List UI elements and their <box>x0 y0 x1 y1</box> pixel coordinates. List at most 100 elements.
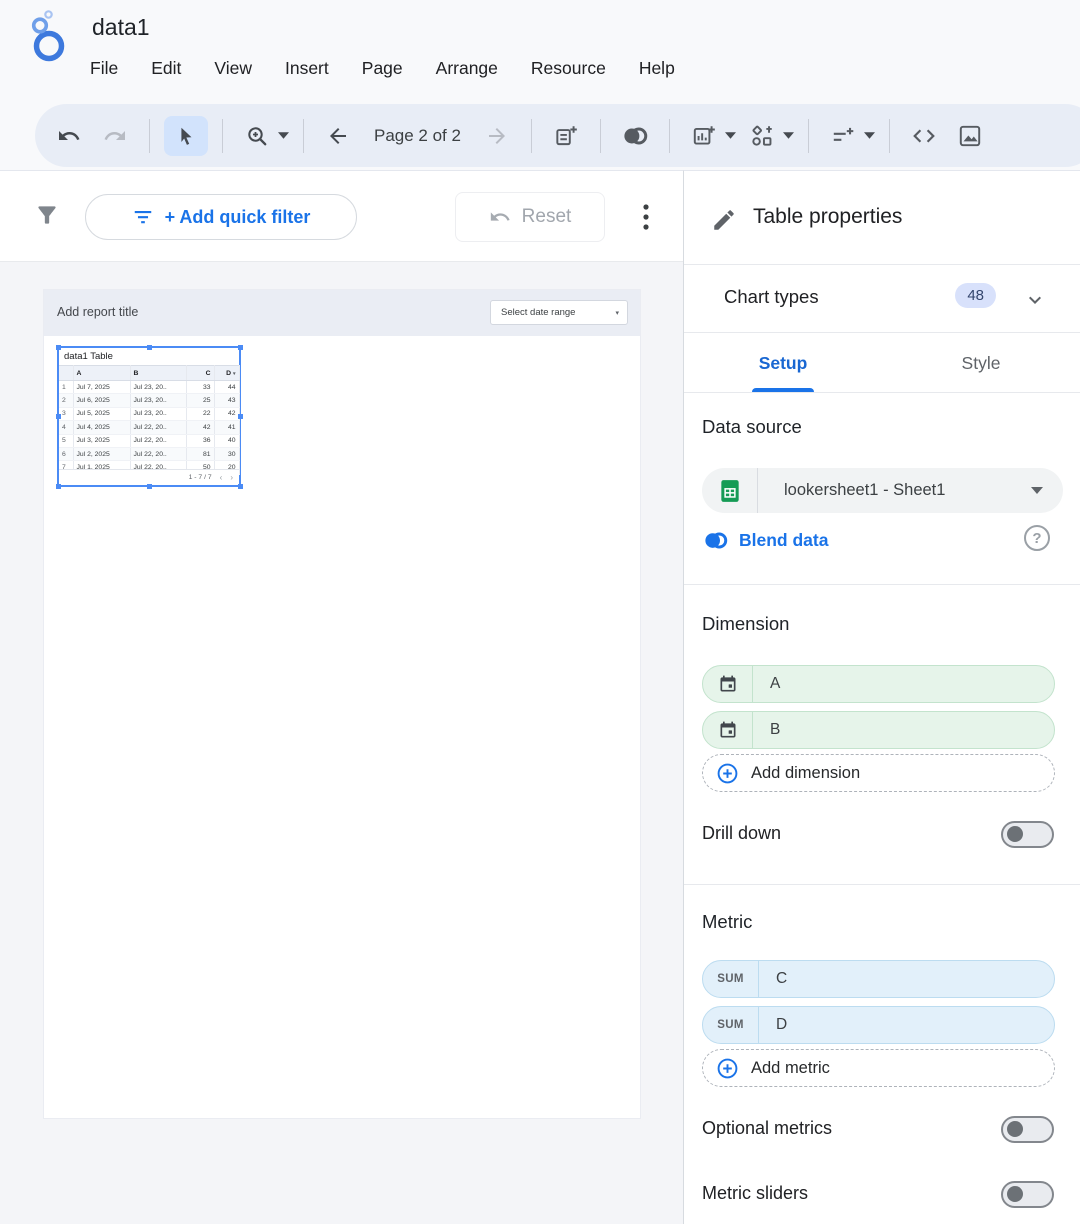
drill-down-toggle[interactable] <box>1001 821 1054 848</box>
table-chart-title[interactable]: data1 Table <box>59 348 239 365</box>
document-title[interactable]: data1 <box>92 14 150 41</box>
metric-field-d[interactable]: SUM D <box>702 1006 1055 1044</box>
properties-panel: Table properties Chart types 48 Setup St… <box>683 170 1080 1224</box>
add-chart-caret-icon <box>725 132 736 139</box>
previous-page-button[interactable] <box>318 116 358 156</box>
help-button[interactable]: ? <box>1024 525 1050 551</box>
pagination-prev-icon[interactable]: ‹ <box>220 473 223 482</box>
calendar-icon <box>703 666 753 702</box>
report-title-placeholder[interactable]: Add report title <box>57 305 138 319</box>
blend-data-tool-button[interactable] <box>615 116 655 156</box>
resize-handle[interactable] <box>56 414 61 419</box>
calendar-icon <box>703 712 753 748</box>
embed-code-button[interactable] <box>904 116 944 156</box>
column-header-d[interactable]: D ▾ <box>214 366 239 381</box>
chevron-down-icon[interactable] <box>1023 288 1047 317</box>
resize-handle[interactable] <box>147 345 152 350</box>
chart-types-row[interactable]: Chart types 48 <box>684 265 1080 333</box>
table-row: 6Jul 2, 2025Jul 22, 20..8130 <box>59 447 239 460</box>
resize-handle[interactable] <box>238 414 243 419</box>
tab-style[interactable]: Style <box>882 333 1080 393</box>
active-tab-underline <box>752 388 814 392</box>
date-range-label: Select date range <box>501 307 575 318</box>
aggregation-chip: SUM <box>703 961 759 997</box>
more-options-button[interactable] <box>632 195 660 239</box>
column-header-a[interactable]: A <box>73 366 130 381</box>
report-canvas[interactable]: Add report title Select date range ▾ dat… <box>0 262 683 1224</box>
data-source-heading: Data source <box>702 416 802 438</box>
table-cell: Jul 7, 2025 <box>73 381 130 394</box>
menu-file[interactable]: File <box>90 58 118 79</box>
table-cell: 81 <box>186 447 214 460</box>
data-source-selector[interactable]: lookersheet1 - Sheet1 <box>702 468 1063 513</box>
metric-sliders-label: Metric sliders <box>702 1183 808 1204</box>
toolbar-divider <box>669 119 670 153</box>
select-tool-button[interactable] <box>164 116 208 156</box>
table-cell: 40 <box>214 434 239 447</box>
menu-page[interactable]: Page <box>362 58 403 79</box>
menu-help[interactable]: Help <box>639 58 675 79</box>
optional-metrics-label: Optional metrics <box>702 1118 832 1139</box>
menu-bar: File Edit View Insert Page Arrange Resou… <box>90 58 675 79</box>
toolbar-divider <box>600 119 601 153</box>
tab-setup[interactable]: Setup <box>684 333 882 393</box>
quick-filter-label: + Add quick filter <box>165 207 311 228</box>
resize-handle[interactable] <box>56 484 61 489</box>
reset-label: Reset <box>522 206 572 228</box>
redo-button[interactable] <box>95 116 135 156</box>
date-range-control[interactable]: Select date range ▾ <box>490 300 628 325</box>
metric-sliders-toggle[interactable] <box>1001 1181 1054 1208</box>
add-control-button[interactable] <box>823 116 875 156</box>
menu-insert[interactable]: Insert <box>285 58 329 79</box>
toolbar-divider <box>222 119 223 153</box>
dimension-field-label: A <box>753 675 780 693</box>
menu-edit[interactable]: Edit <box>151 58 181 79</box>
filter-funnel-icon <box>34 202 60 233</box>
metric-field-label: C <box>759 970 787 988</box>
resize-handle[interactable] <box>56 345 61 350</box>
aggregation-chip: SUM <box>703 1007 759 1043</box>
metric-field-c[interactable]: SUM C <box>702 960 1055 998</box>
reset-button[interactable]: Reset <box>455 192 605 242</box>
resize-handle[interactable] <box>238 345 243 350</box>
table-header-row: A B C D ▾ <box>59 366 239 381</box>
looker-studio-logo-icon[interactable] <box>22 8 76 71</box>
resize-handle[interactable] <box>147 484 152 489</box>
page-indicator[interactable]: Page 2 of 2 <box>374 126 461 146</box>
dimension-heading: Dimension <box>702 613 789 635</box>
optional-metrics-toggle[interactable] <box>1001 1116 1054 1143</box>
add-dimension-button[interactable]: Add dimension <box>702 754 1055 792</box>
table-row: 4Jul 4, 2025Jul 22, 20..4241 <box>59 421 239 434</box>
panel-title: Table properties <box>753 205 902 229</box>
add-page-button[interactable] <box>546 116 586 156</box>
add-chart-button[interactable] <box>684 116 736 156</box>
column-header-b[interactable]: B <box>130 366 186 381</box>
edit-pencil-icon <box>711 207 737 238</box>
table-cell: 4 <box>59 421 73 434</box>
next-page-button[interactable] <box>477 116 517 156</box>
dimension-field-a[interactable]: A <box>702 665 1055 703</box>
table-cell: 30 <box>214 447 239 460</box>
add-image-button[interactable] <box>950 116 990 156</box>
dimension-field-b[interactable]: B <box>702 711 1055 749</box>
add-metric-label: Add metric <box>751 1059 830 1078</box>
drill-down-label: Drill down <box>702 823 781 844</box>
menu-resource[interactable]: Resource <box>531 58 606 79</box>
zoom-tool-button[interactable] <box>237 116 289 156</box>
menu-view[interactable]: View <box>214 58 252 79</box>
add-quick-filter-button[interactable]: + Add quick filter <box>85 194 357 240</box>
menu-arrange[interactable]: Arrange <box>436 58 498 79</box>
undo-button[interactable] <box>49 116 89 156</box>
community-visualizations-button[interactable] <box>742 116 794 156</box>
pagination-next-icon[interactable]: › <box>230 473 233 482</box>
table-cell: Jul 2, 2025 <box>73 447 130 460</box>
table-chart-element[interactable]: data1 Table A B C D ▾ 1Jul 7, 202 <box>57 346 241 487</box>
blend-data-button[interactable]: Blend data <box>702 525 828 555</box>
add-metric-button[interactable]: Add metric <box>702 1049 1055 1087</box>
report-page[interactable]: Add report title Select date range ▾ dat… <box>44 290 640 1118</box>
toolbar: Page 2 of 2 <box>35 104 1080 167</box>
table-cell: Jul 3, 2025 <box>73 434 130 447</box>
column-header-c[interactable]: C <box>186 366 214 381</box>
resize-handle[interactable] <box>238 484 243 489</box>
chart-types-label: Chart types <box>724 286 819 308</box>
